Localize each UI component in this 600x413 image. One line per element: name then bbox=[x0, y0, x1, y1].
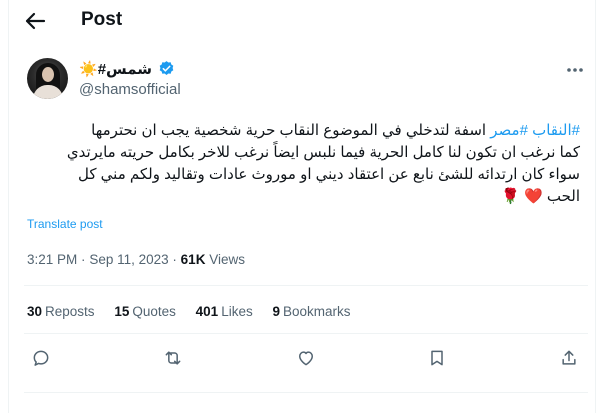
likes-stat[interactable]: 401 Likes bbox=[196, 304, 253, 319]
share-icon[interactable] bbox=[559, 348, 581, 370]
views-label: Views bbox=[209, 252, 245, 267]
reposts-label: Reposts bbox=[45, 304, 95, 319]
heart-emoji: ❤️ bbox=[523, 188, 543, 205]
more-horizontal-icon[interactable] bbox=[566, 62, 584, 72]
repost-icon[interactable] bbox=[163, 348, 185, 370]
engagement-stats: 30 Reposts 15 Quotes 401 Likes 9 Bookmarks bbox=[27, 304, 367, 319]
user-display-name[interactable]: ☀️#شمس bbox=[79, 60, 152, 78]
likes-count: 401 bbox=[195, 304, 219, 319]
reply-icon[interactable] bbox=[31, 348, 53, 370]
like-icon[interactable] bbox=[296, 348, 318, 370]
post-time[interactable]: 3:21 PM bbox=[27, 252, 77, 267]
tweet-line-4: الحب ❤️ 🌹 bbox=[24, 186, 580, 208]
quotes-count: 15 bbox=[114, 304, 130, 319]
user-display-name-text: #شمس bbox=[97, 61, 153, 78]
bookmarks-label: Bookmarks bbox=[282, 304, 351, 319]
hashtag-link[interactable]: #مصر bbox=[490, 122, 528, 139]
bookmarks-count: 9 bbox=[272, 304, 280, 319]
page-title: Post bbox=[81, 9, 123, 30]
avatar[interactable] bbox=[27, 58, 68, 99]
top-bar: Post bbox=[0, 0, 600, 42]
likes-label: Likes bbox=[221, 304, 253, 319]
bookmarks-stat[interactable]: 9 Bookmarks bbox=[272, 304, 350, 319]
rose-emoji: 🌹 bbox=[501, 188, 520, 205]
meta-separator: · bbox=[81, 252, 86, 267]
tweet-line-3: سواء كان ارتدائه للشئ نابع عن اعتقاد دين… bbox=[78, 166, 580, 183]
post-meta: 3:21 PM · Sep 11, 2023 · 61K Views bbox=[27, 252, 245, 267]
divider bbox=[24, 392, 588, 393]
divider bbox=[24, 333, 588, 334]
translate-post-link[interactable]: Translate post bbox=[27, 217, 103, 231]
tweet-line-1-text: اسفة لتدخلي في الموضوع النقاب حرية شخصية… bbox=[91, 122, 491, 139]
tweet-text: #النقاب #مصر اسفة لتدخلي في الموضوع النق… bbox=[24, 120, 580, 208]
user-handle[interactable]: @shamsofficial bbox=[79, 81, 181, 98]
post-date[interactable]: Sep 11, 2023 bbox=[89, 252, 168, 267]
sun-emoji: ☀️ bbox=[79, 61, 98, 78]
tweet-line-2: كما نرغب ان تكون لنا كامل الحرية فيما نل… bbox=[66, 144, 580, 161]
quotes-stat[interactable]: 15 Quotes bbox=[114, 304, 176, 319]
hashtag-link[interactable]: #النقاب bbox=[532, 122, 580, 139]
divider bbox=[24, 285, 588, 286]
views-count: 61K bbox=[180, 252, 206, 267]
reposts-count: 30 bbox=[27, 304, 43, 319]
tweet-line-4-text: الحب bbox=[546, 188, 580, 205]
bookmark-icon[interactable] bbox=[427, 348, 449, 370]
tweet-line-1: #النقاب #مصر اسفة لتدخلي في الموضوع النق… bbox=[24, 120, 580, 142]
quotes-label: Quotes bbox=[132, 304, 176, 319]
meta-separator: · bbox=[172, 252, 177, 267]
arrow-left-icon[interactable] bbox=[24, 11, 46, 31]
reposts-stat[interactable]: 30 Reposts bbox=[27, 304, 95, 319]
action-bar bbox=[0, 348, 600, 374]
verified-badge-icon[interactable] bbox=[158, 60, 175, 77]
